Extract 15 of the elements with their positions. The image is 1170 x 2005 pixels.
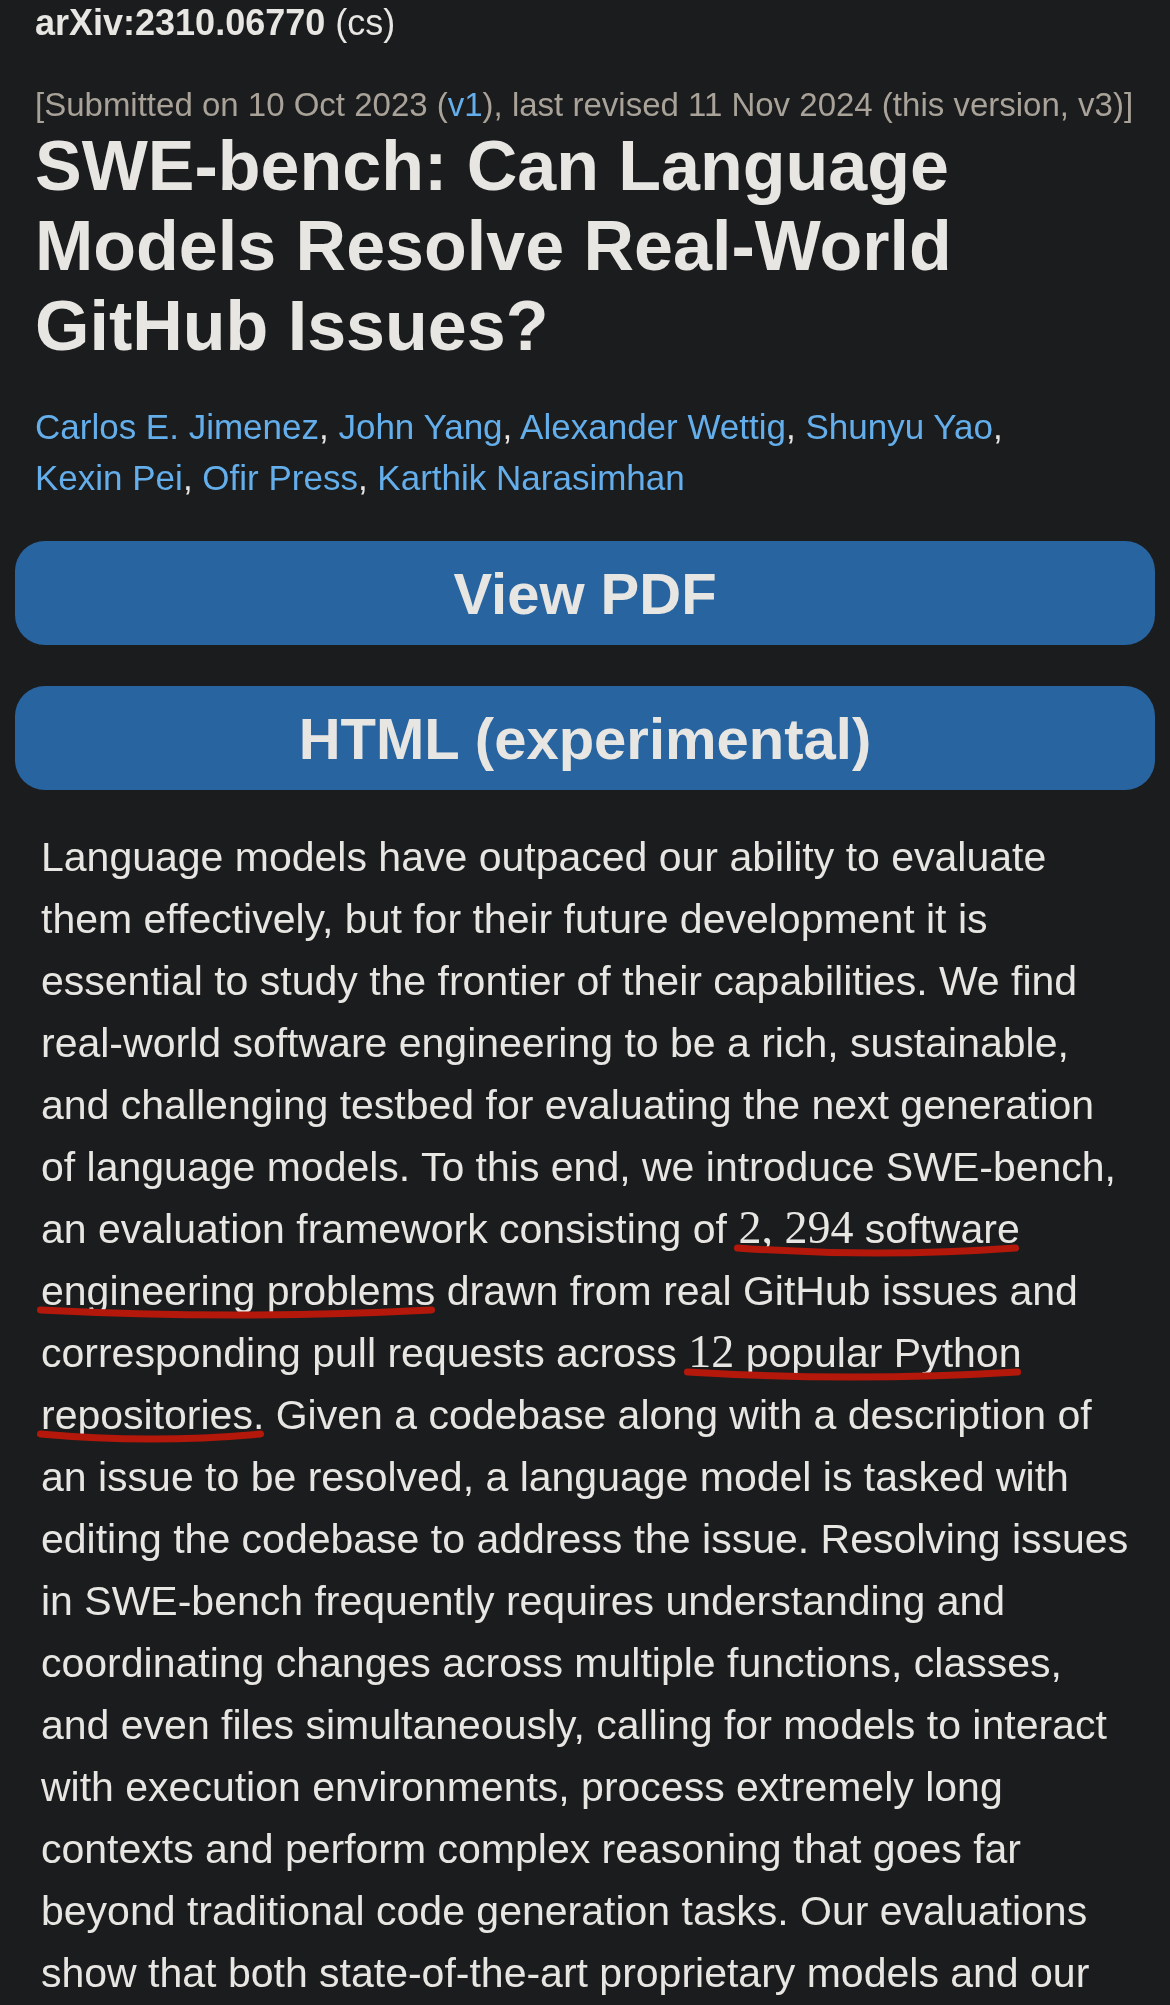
author-link[interactable]: Kexin Pei — [35, 458, 183, 497]
version-link[interactable]: v1 — [447, 86, 483, 123]
html-experimental-button[interactable]: HTML (experimental) — [15, 686, 1155, 790]
author-link[interactable]: Carlos E. Jimenez — [35, 407, 319, 446]
author-link[interactable]: Karthik Narasimhan — [377, 458, 685, 497]
author-link[interactable]: Alexander Wettig — [520, 407, 786, 446]
view-pdf-button[interactable]: View PDF — [15, 541, 1155, 645]
abstract-paragraph: Language models have outpaced our ability to evaluate them effectively, but for their future development it is essential to study the frontier of their capabilities. We find real-world software engineering to be a rich, sustainable, and challenging testbed for evaluating the next generation of language models. To this end, we introduce SWE-bench, an evaluation framework consisting of 2, 294 software engineering problems drawn from real GitHub issues and corresponding pull requests across 12 popular Python repositories. Given a codebase along with a description of an issue to be resolved, a language model is tasked with editing the codebase to address the issue. Resolving issues in SWE-bench frequently requires understanding and coordinating changes across multiple functions, classes, and even files simultaneously, calling for models to interact with execution environments, process extremely long contexts and perform complex reasoning that goes far beyond traditional code generation tasks. Our evaluations show that both state-of-the-art proprietary models and our — [41, 833, 1130, 1998]
author-link[interactable]: Ofir Press — [202, 458, 358, 497]
arxiv-identifier: arXiv:2310.06770 (cs) — [35, 1, 397, 45]
submission-history: [Submitted on 10 Oct 2023 (v1), last revised 11 Nov 2024 (this version, v3)] — [35, 85, 1135, 125]
author-link[interactable]: John Yang — [338, 407, 503, 446]
paper-title: SWE-bench: Can Language Models Resolve Real-World GitHub Issues? — [35, 126, 953, 366]
author-link[interactable]: Shunyu Yao — [805, 407, 993, 446]
author-list: Carlos E. Jimenez, John Yang, Alexander Wettig, Shunyu Yao, Kexin Pei, Ofir Press, Karthik Narasimhan — [35, 401, 1135, 503]
